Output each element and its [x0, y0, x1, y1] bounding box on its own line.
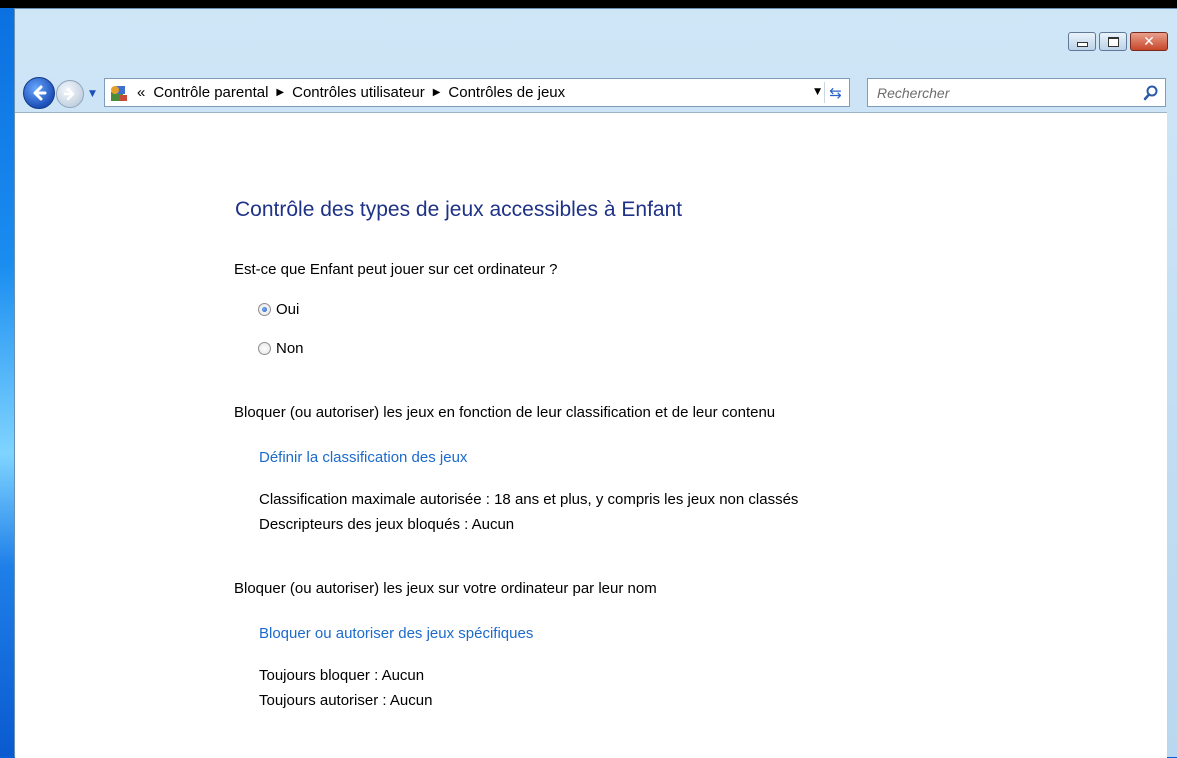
block-specific-games-link[interactable]: Bloquer ou autoriser des jeux spécifique… — [259, 625, 533, 642]
address-bar[interactable]: « Contrôle parental ▶ Contrôles utilisat… — [104, 78, 850, 107]
address-dropdown-button[interactable]: ▼ — [814, 87, 821, 97]
radio-no[interactable]: Non — [258, 340, 304, 357]
maximize-icon — [1107, 36, 1119, 47]
radio-button-selected[interactable] — [258, 303, 271, 316]
explorer-window: ✕ ▼ « Contrôle parental ▶ Contrôles util… — [14, 8, 1177, 758]
blocked-descriptors-text: Descripteurs des jeux bloqués : Aucun — [259, 516, 515, 533]
page-title: Contrôle des types de jeux accessibles à… — [235, 198, 683, 221]
always-allow-text: Toujours autoriser : Aucun — [259, 692, 433, 709]
section-name-heading: Bloquer (ou autoriser) les jeux sur votr… — [234, 580, 657, 597]
breadcrumb: « Contrôle parental ▶ Contrôles utilisat… — [137, 84, 565, 101]
radio-yes[interactable]: Oui — [258, 301, 299, 318]
chevron-right-icon[interactable]: ▶ — [433, 87, 441, 98]
control-panel-icon — [109, 83, 129, 103]
content-pane: Contrôle des types de jeux accessibles à… — [15, 112, 1167, 758]
forward-button[interactable] — [56, 80, 84, 108]
refresh-icon: ⇆ — [829, 83, 842, 102]
back-arrow-icon — [33, 85, 47, 101]
forward-arrow-icon — [63, 87, 75, 101]
max-rating-text: Classification maximale autorisée : 18 a… — [259, 491, 799, 508]
minimize-button[interactable] — [1068, 32, 1096, 51]
minimize-icon — [1076, 42, 1088, 47]
chevron-right-icon[interactable]: ▶ — [276, 87, 284, 98]
history-dropdown[interactable]: ▼ — [89, 89, 96, 99]
close-icon: ✕ — [1143, 33, 1155, 50]
refresh-button[interactable]: ⇆ — [824, 82, 846, 103]
maximize-button[interactable] — [1099, 32, 1127, 51]
caption-buttons: ✕ — [1065, 32, 1168, 51]
back-button[interactable] — [23, 77, 55, 109]
breadcrumb-item-parental-control[interactable]: Contrôle parental — [153, 84, 268, 101]
set-rating-link[interactable]: Définir la classification des jeux — [259, 449, 467, 466]
always-block-text: Toujours bloquer : Aucun — [259, 667, 425, 684]
search-icon[interactable] — [1143, 85, 1159, 101]
radio-no-label[interactable]: Non — [276, 340, 304, 357]
breadcrumb-overflow[interactable]: « — [137, 84, 145, 101]
breadcrumb-item-user-controls[interactable]: Contrôles utilisateur — [292, 84, 425, 101]
close-button[interactable]: ✕ — [1130, 32, 1168, 51]
radio-yes-label[interactable]: Oui — [276, 301, 299, 318]
radio-button[interactable] — [258, 342, 271, 355]
search-box[interactable]: Rechercher — [867, 78, 1166, 107]
play-question: Est-ce que Enfant peut jouer sur cet ord… — [234, 261, 558, 278]
search-placeholder: Rechercher — [877, 85, 950, 101]
breadcrumb-item-game-controls[interactable]: Contrôles de jeux — [448, 84, 565, 101]
top-black-bar — [0, 0, 1177, 8]
section-rating-heading: Bloquer (ou autoriser) les jeux en fonct… — [234, 404, 776, 421]
